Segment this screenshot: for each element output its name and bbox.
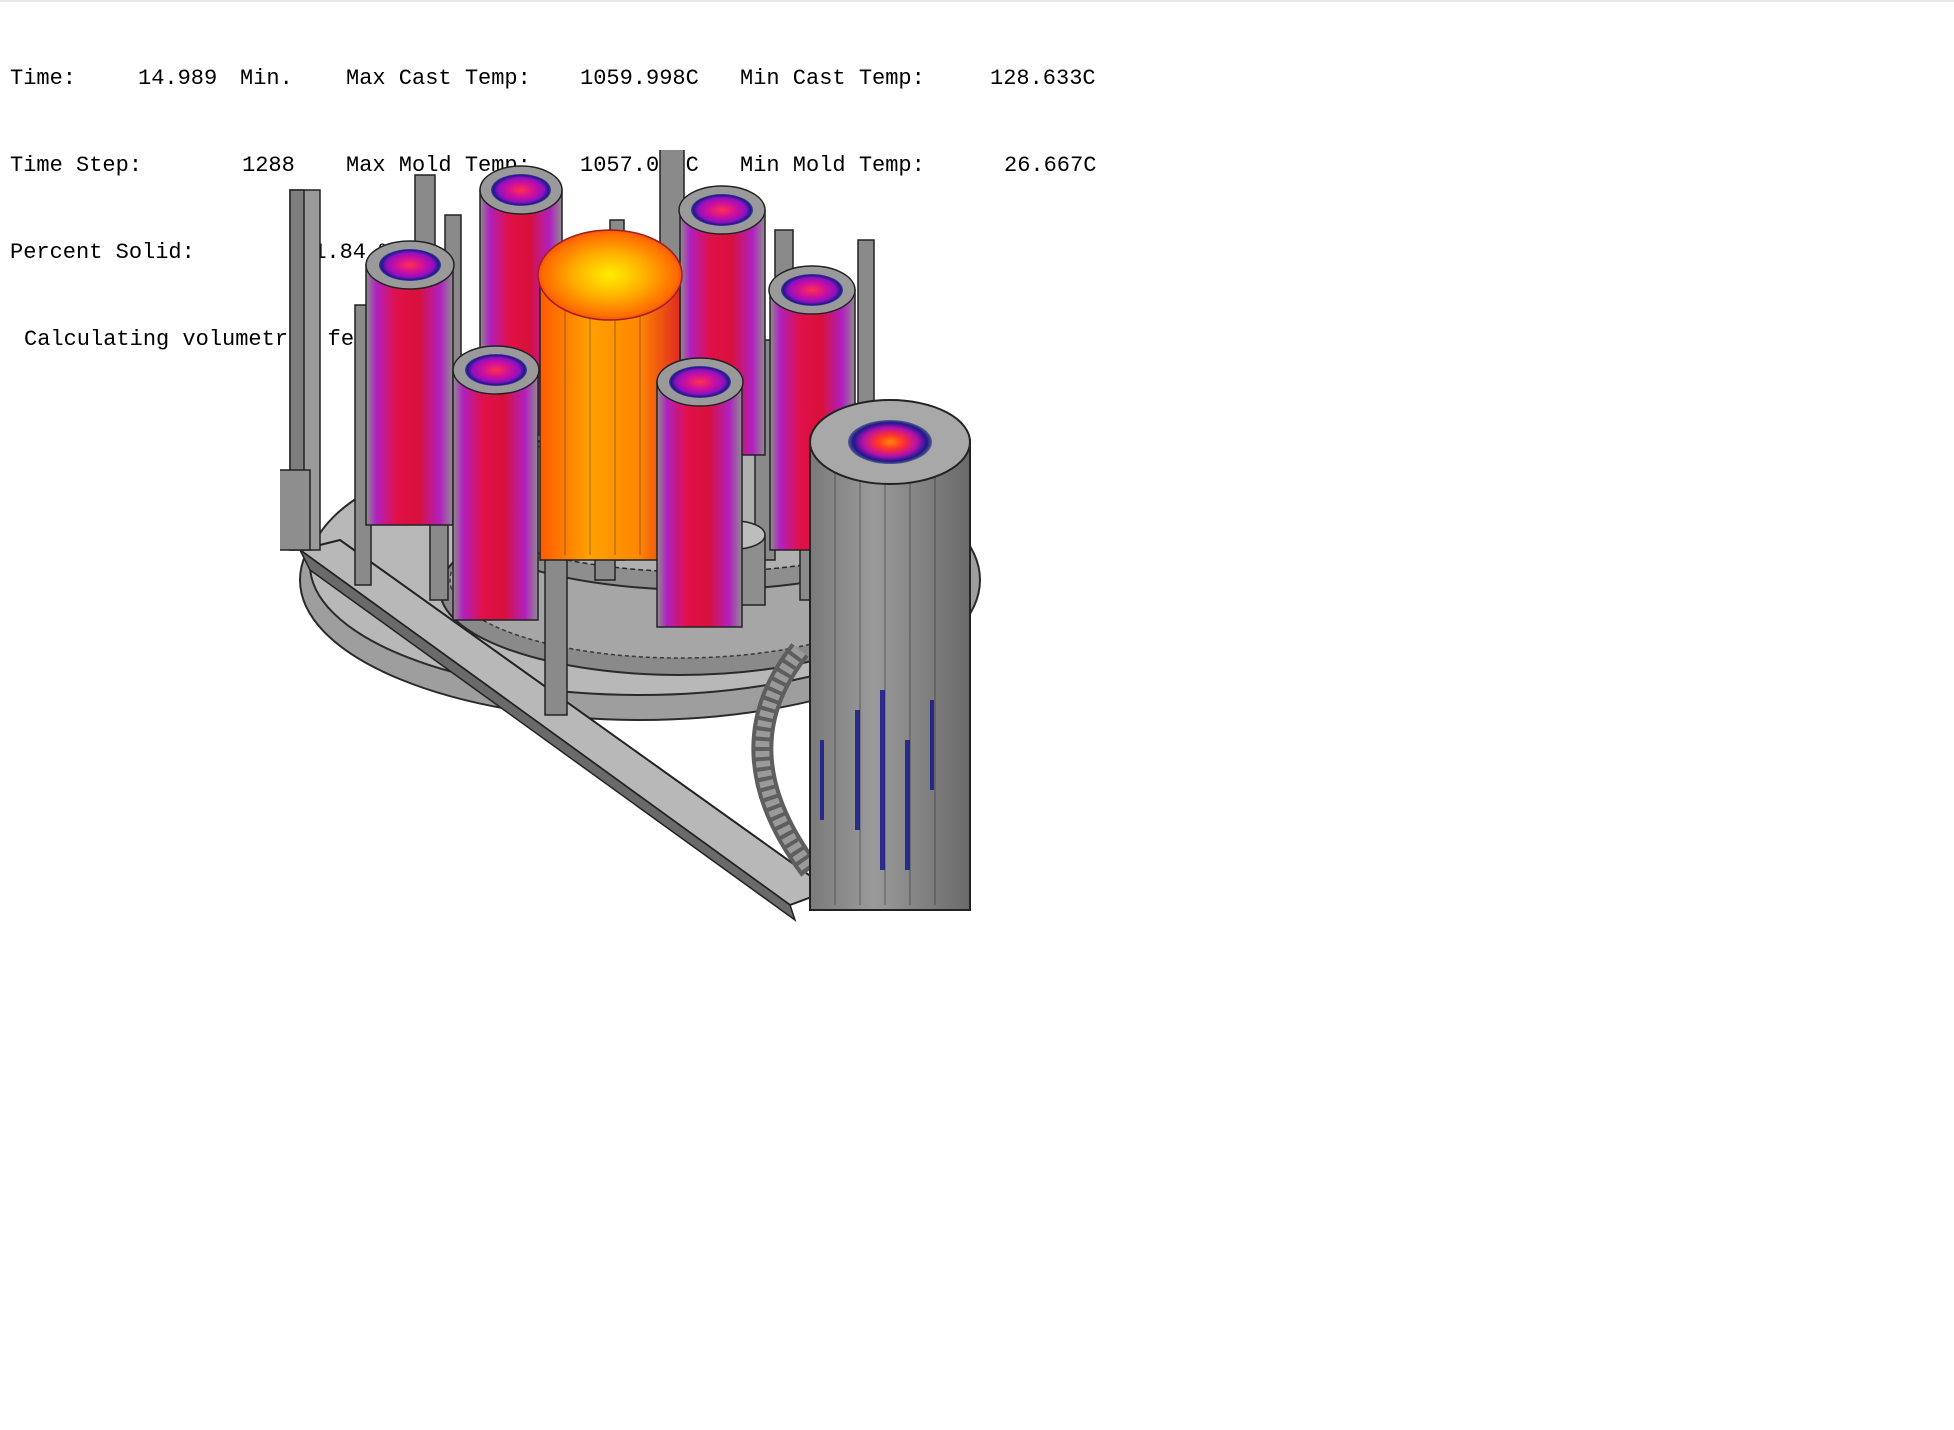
percent-solid-label: Percent Solid: xyxy=(10,240,195,265)
time-unit: Min. xyxy=(240,66,293,91)
min-cast-temp-value: 128.633C xyxy=(990,66,1096,91)
readout-row-solid: Percent Solid: 61.84 % xyxy=(10,238,392,267)
simulation-readout: Time: 14.989 Min. Max Cast Temp: 1059.99… xyxy=(10,6,1096,383)
time-step-label: Time Step: xyxy=(10,153,143,178)
readout-row-step: Time Step: 1288 Max Mold Temp: 1057.098C… xyxy=(10,151,1096,180)
readout-row-time: Time: 14.989 Min. Max Cast Temp: 1059.99… xyxy=(10,64,1096,93)
casting-3d-viewport[interactable] xyxy=(280,150,1230,1140)
riser-front-left xyxy=(452,345,540,621)
max-cast-temp-label: Max Cast Temp: xyxy=(346,66,531,91)
casting-render xyxy=(280,150,981,922)
riser-mid-left xyxy=(365,240,455,526)
time-value: 14.989 xyxy=(138,66,218,91)
readout-row-status: Calculating volumetric feeding xyxy=(10,325,420,354)
big-front-riser xyxy=(809,399,971,911)
min-cast-temp-label: Min Cast Temp: xyxy=(740,66,925,91)
time-label: Time: xyxy=(10,66,77,91)
max-cast-temp-value: 1059.998C xyxy=(580,66,699,91)
window-top-border xyxy=(0,0,1954,2)
riser-front-right xyxy=(656,357,744,628)
